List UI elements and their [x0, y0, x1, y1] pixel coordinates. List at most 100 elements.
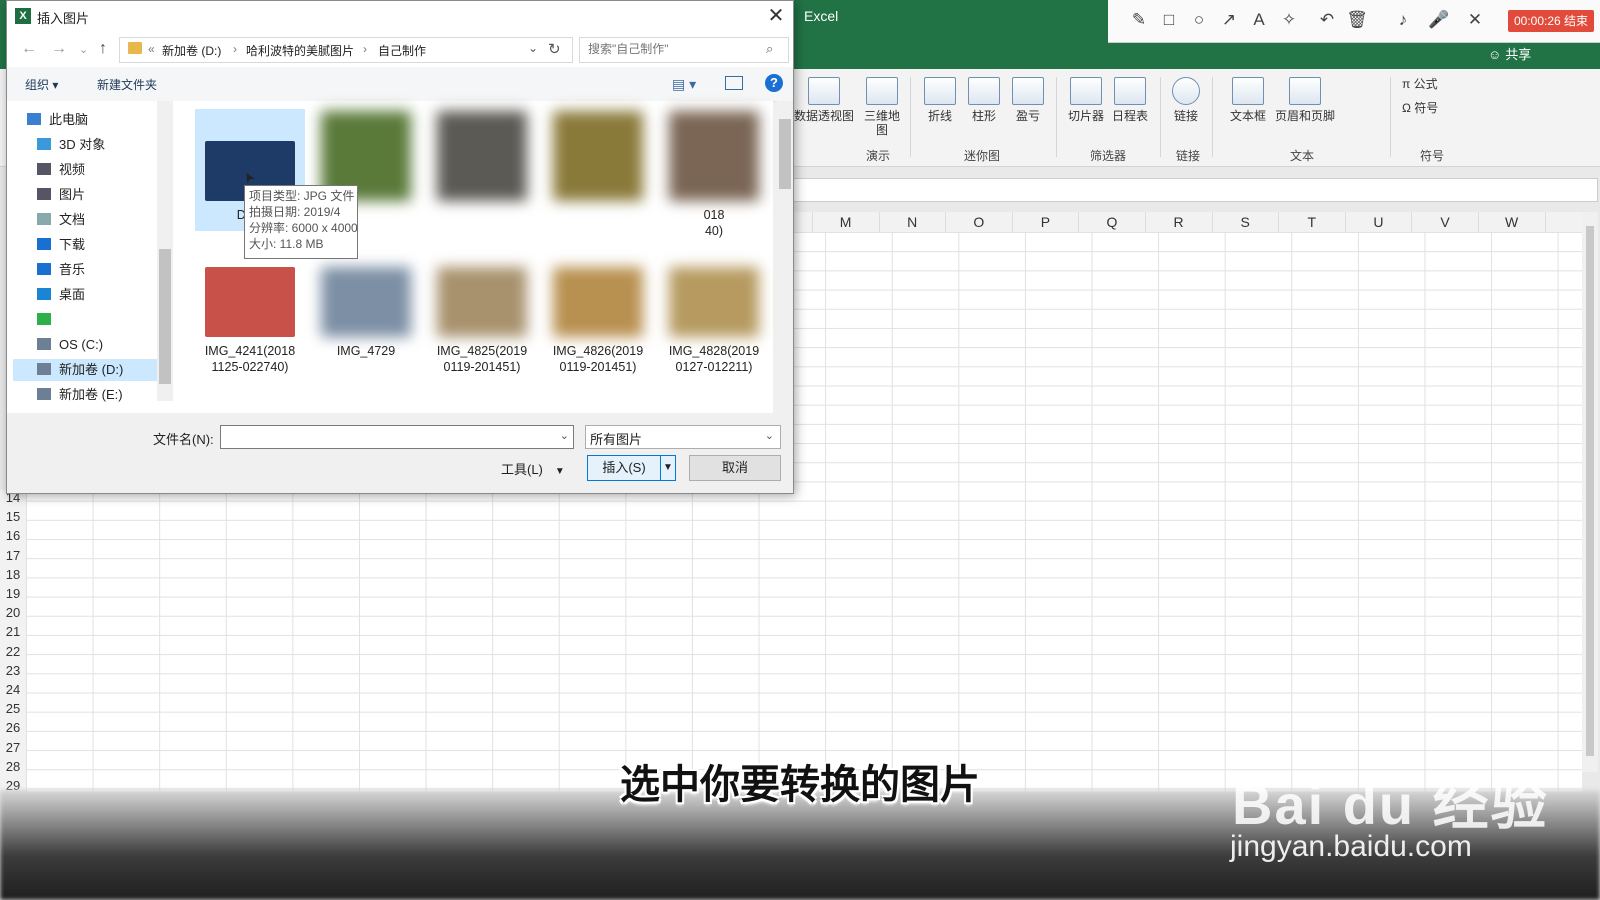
file-item[interactable]: IMG_4241(2018 1125-022740) [195, 267, 305, 375]
scrollbar-thumb[interactable] [159, 249, 171, 384]
slicer-button[interactable]: 切片器 [1064, 75, 1108, 123]
refresh-icon[interactable]: ↻ [548, 40, 561, 58]
help-icon[interactable]: ? [765, 74, 783, 92]
arrow-icon[interactable]: ↗ [1218, 9, 1240, 31]
scrollbar-thumb[interactable] [779, 119, 791, 189]
scrollbar-thumb[interactable] [1586, 226, 1594, 756]
rectangle-icon[interactable]: □ [1158, 9, 1180, 31]
chevron-down-icon[interactable]: ⌄ [560, 429, 569, 442]
recent-locations-chevron-icon[interactable]: ⌄ [79, 43, 88, 56]
filetype-select[interactable]: 所有图片 ⌄ [585, 425, 781, 449]
row-header[interactable]: 19 [0, 586, 26, 601]
tree-item[interactable]: 文档 [37, 209, 85, 231]
column-header[interactable]: Q [1079, 212, 1146, 232]
sparkline-line-button[interactable]: 折线 [918, 75, 962, 123]
breadcrumb-folder[interactable]: 哈利波特的美腻图片 [246, 42, 354, 59]
forward-arrow-icon[interactable]: → [51, 40, 67, 58]
column-header[interactable]: U [1345, 212, 1413, 232]
tree-item[interactable]: 此电脑 [27, 109, 88, 131]
row-header[interactable]: 17 [0, 548, 26, 563]
column-header[interactable]: R [1146, 212, 1213, 232]
filename-combobox[interactable]: ⌄ [220, 425, 574, 449]
row-header[interactable]: 25 [0, 701, 26, 716]
address-bar[interactable]: « 新加卷 (D:) › 哈利波特的美腻图片 › 自己制作 ⌄ ↻ [119, 37, 573, 63]
close-icon[interactable]: ✕ [1464, 9, 1486, 31]
breadcrumb-current[interactable]: 自己制作 [378, 42, 426, 59]
map3d-button[interactable]: 三维地图 [860, 75, 904, 137]
tree-item[interactable]: 桌面 [37, 284, 85, 306]
insert-options-dropdown[interactable]: ▼ [660, 455, 676, 481]
sheet-vertical-scrollbar[interactable] [1582, 212, 1598, 772]
search-box[interactable]: ⌕ [579, 37, 789, 63]
column-header[interactable]: S [1212, 212, 1280, 232]
preview-pane-icon[interactable] [725, 76, 743, 90]
microphone-icon[interactable]: 🎤 [1428, 9, 1450, 31]
share-button[interactable]: 共享 [1488, 44, 1531, 63]
row-header[interactable]: 15 [0, 509, 26, 524]
view-options-icon[interactable]: ▤ ▾ [672, 76, 696, 93]
symbol-button[interactable]: Ω 符号 [1402, 99, 1438, 116]
tree-item[interactable]: 音乐 [37, 259, 85, 281]
column-header[interactable]: P [1012, 212, 1080, 232]
file-item[interactable]: 018 40) [659, 111, 769, 239]
column-header[interactable]: V [1412, 212, 1479, 232]
column-header[interactable]: W [1479, 212, 1546, 232]
text-icon[interactable]: A [1248, 9, 1270, 31]
trash-icon[interactable]: 🗑 [1346, 9, 1368, 31]
formula-bar[interactable] [790, 178, 1598, 202]
tree-item[interactable]: 图片 [37, 184, 85, 206]
column-header[interactable]: M [813, 212, 880, 232]
address-dropdown-icon[interactable]: ⌄ [528, 41, 538, 55]
row-header[interactable]: 24 [0, 682, 26, 697]
row-header[interactable]: 22 [0, 644, 26, 659]
sparkline-column-button[interactable]: 柱形 [962, 75, 1006, 123]
file-item[interactable] [427, 111, 537, 207]
new-folder-button[interactable]: 新建文件夹 [97, 76, 157, 93]
file-item[interactable]: IMG_4729 [311, 267, 421, 359]
row-header[interactable]: 16 [0, 528, 26, 543]
file-item[interactable]: IMG_4826(2019 0119-201451) [543, 267, 653, 375]
file-item[interactable]: IMG_4825(2019 0119-201451) [427, 267, 537, 375]
tree-item[interactable] [37, 309, 59, 331]
header-footer-button[interactable]: 页眉和页脚 [1270, 75, 1340, 123]
tree-item[interactable]: 视频 [37, 159, 85, 181]
row-header[interactable]: 26 [0, 720, 26, 735]
row-header[interactable]: 21 [0, 624, 26, 639]
file-item[interactable]: IMG_4828(2019 0127-012211) [659, 267, 769, 375]
tree-item[interactable]: 新加卷 (E:) [37, 384, 123, 406]
sparkline-winloss-button[interactable]: 盈亏 [1006, 75, 1050, 123]
tree-item[interactable]: OS (C:) [37, 334, 103, 356]
circle-icon[interactable]: ○ [1188, 9, 1210, 31]
breadcrumb-drive-d[interactable]: 新加卷 (D:) [162, 42, 221, 59]
tree-scrollbar[interactable] [157, 101, 173, 401]
back-arrow-icon[interactable]: ← [21, 40, 37, 58]
undo-icon[interactable]: ↶ [1316, 9, 1338, 31]
tree-item[interactable]: 新加卷 (D:) [13, 359, 167, 381]
file-list-scrollbar[interactable] [777, 101, 793, 401]
tools-button[interactable]: 工具(L) ▼ [501, 459, 565, 478]
insert-button[interactable]: 插入(S) [587, 455, 661, 481]
textbox-button[interactable]: 文本框 [1226, 75, 1270, 123]
speaker-icon[interactable]: ♪ [1392, 9, 1414, 31]
pencil-icon[interactable]: ✎ [1128, 9, 1150, 31]
timeline-button[interactable]: 日程表 [1108, 75, 1152, 123]
up-arrow-icon[interactable]: ↑ [99, 40, 107, 58]
recording-timer-button[interactable]: 00:00:26 结束 [1508, 10, 1594, 32]
row-header[interactable]: 20 [0, 605, 26, 620]
pivot-chart-button[interactable]: 数据透视图 [794, 75, 854, 123]
file-item[interactable] [543, 111, 653, 207]
dialog-close-button[interactable]: ✕ [763, 3, 789, 29]
organize-button[interactable]: 组织 ▾ [25, 76, 58, 93]
column-header[interactable]: N [879, 212, 947, 232]
column-header[interactable]: T [1279, 212, 1346, 232]
link-button[interactable]: 链接 [1168, 75, 1204, 123]
search-input[interactable] [586, 41, 760, 57]
tree-item[interactable]: 下载 [37, 234, 85, 256]
equation-button[interactable]: π 公式 [1402, 75, 1438, 92]
tree-item[interactable]: 3D 对象 [37, 134, 105, 156]
column-header[interactable]: O [946, 212, 1013, 232]
breadcrumb-overflow[interactable]: « [148, 42, 155, 56]
row-header[interactable]: 18 [0, 567, 26, 582]
magic-wand-icon[interactable]: ✧ [1278, 9, 1300, 31]
filename-input[interactable] [225, 428, 549, 445]
